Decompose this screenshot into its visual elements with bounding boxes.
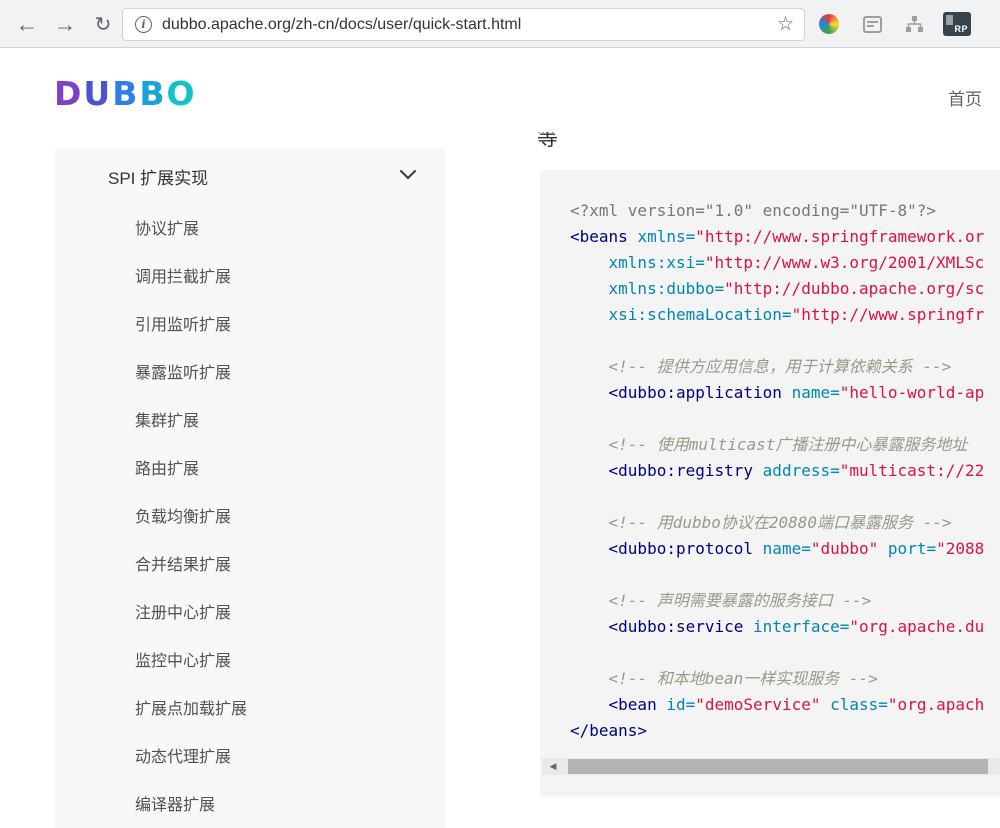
sidebar-list: 协议扩展 调用拦截扩展 引用监听扩展 暴露监听扩展 集群扩展 路由扩展 负载均衡扩展 合并结果… bbox=[55, 202, 445, 826]
browser-toolbar: ← → ↻ i dubbo.apache.org/zh-cn/docs/user… bbox=[0, 0, 1000, 48]
code-line: <dubbo:application name="hello-world-ap bbox=[608, 383, 985, 402]
code-line: <?xml version="1.0" encoding="UTF-8"?> bbox=[570, 201, 937, 220]
page: { "browser": { "url": "dubbo.apache.org/… bbox=[0, 0, 1000, 828]
code-line: xsi:schemaLocation="http://www.springfr bbox=[608, 305, 985, 324]
logo-letter: U bbox=[83, 74, 113, 113]
sidebar-section-spi[interactable]: SPI 扩展实现 bbox=[55, 148, 445, 202]
sidebar-item[interactable]: 集群扩展 bbox=[55, 394, 445, 442]
logo-letter: O bbox=[166, 74, 197, 113]
code-line: xmlns:xsi="http://www.w3.org/2001/XMLSc bbox=[608, 253, 985, 272]
code-line: <!-- 用dubbo协议在20880端口暴露服务 --> bbox=[608, 513, 952, 532]
extension-ball-icon[interactable] bbox=[817, 13, 841, 35]
sidebar-item[interactable]: 扩展点加载扩展 bbox=[55, 682, 445, 730]
code-block: <?xml version="1.0" encoding="UTF-8"?> <b… bbox=[540, 170, 1000, 797]
logo-letter: D bbox=[54, 74, 84, 113]
sidebar-item[interactable]: 负载均衡扩展 bbox=[55, 490, 445, 538]
url-text[interactable]: dubbo.apache.org/zh-cn/docs/user/quick-s… bbox=[162, 16, 767, 34]
rp-badge-bar bbox=[946, 15, 953, 25]
sidebar-section-label: SPI 扩展实现 bbox=[108, 169, 209, 188]
dubbo-logo[interactable]: DUBBO bbox=[54, 74, 197, 113]
chevron-down-icon bbox=[400, 170, 416, 179]
sidebar-item[interactable]: 监控中心扩展 bbox=[55, 634, 445, 682]
sidebar-item[interactable]: 合并结果扩展 bbox=[55, 538, 445, 586]
extension-sitemap-icon[interactable] bbox=[902, 13, 926, 35]
code-line: <beans xmlns="http://www.springframework… bbox=[570, 227, 985, 246]
back-button[interactable]: ← bbox=[10, 8, 44, 40]
forward-button[interactable]: → bbox=[48, 8, 82, 40]
nav-home-link[interactable]: 首页 bbox=[948, 85, 982, 110]
logo-letter: B bbox=[112, 74, 140, 113]
sidebar-item[interactable]: 动态代理扩展 bbox=[55, 730, 445, 778]
scroll-left-button[interactable]: ◀ bbox=[542, 758, 564, 775]
sidebar-item[interactable]: 协议扩展 bbox=[55, 202, 445, 250]
code-line: <!-- 提供方应用信息，用于计算依赖关系 --> bbox=[608, 357, 952, 376]
address-bar[interactable]: i dubbo.apache.org/zh-cn/docs/user/quick… bbox=[122, 8, 805, 41]
code-line: <dubbo:registry address="multicast://22 bbox=[608, 461, 985, 480]
code-line: <!-- 使用multicast广播注册中心暴露服务地址 bbox=[608, 435, 968, 454]
clipped-heading-char: 等 bbox=[537, 132, 558, 148]
site-header: DUBBO 首页 bbox=[0, 48, 1000, 140]
sidebar: SPI 扩展实现 协议扩展 调用拦截扩展 引用监听扩展 暴露监听扩展 集群扩展 路由扩展负… bbox=[55, 148, 445, 828]
clipped-heading-fragment: 等 bbox=[537, 132, 561, 148]
bookmark-star-icon[interactable]: ☆ bbox=[777, 13, 794, 36]
code-line: <!-- 和本地bean一样实现服务 --> bbox=[608, 669, 878, 688]
sidebar-item[interactable]: 引用监听扩展 bbox=[55, 298, 445, 346]
code-line: <bean id="demoService" class="org.apach bbox=[608, 695, 985, 714]
sidebar-item[interactable]: 路由扩展 bbox=[55, 442, 445, 490]
page-info-icon[interactable]: i bbox=[135, 16, 152, 33]
code-line: <dubbo:protocol name="dubbo" port="2088 bbox=[608, 539, 985, 558]
reload-button[interactable]: ↻ bbox=[86, 8, 120, 40]
code-content: <?xml version="1.0" encoding="UTF-8"?> <b… bbox=[540, 170, 1000, 744]
code-line: </beans> bbox=[570, 721, 648, 740]
sidebar-item[interactable]: 调用拦截扩展 bbox=[55, 250, 445, 298]
extension-page-icon[interactable] bbox=[860, 13, 884, 35]
ball-icon bbox=[819, 14, 839, 34]
sidebar-item[interactable]: 注册中心扩展 bbox=[55, 586, 445, 634]
extension-rp-badge[interactable]: RP bbox=[943, 12, 971, 36]
horizontal-scrollbar[interactable]: ◀ bbox=[542, 758, 1000, 775]
code-line: <dubbo:service interface="org.apache.du bbox=[608, 617, 985, 636]
rp-badge-label: RP bbox=[954, 24, 968, 34]
page-icon bbox=[862, 15, 882, 33]
scrollbar-thumb[interactable] bbox=[568, 759, 988, 774]
sitemap-icon bbox=[905, 15, 923, 32]
sidebar-item[interactable]: 编译器扩展 bbox=[55, 778, 445, 826]
logo-letter: B bbox=[139, 74, 167, 113]
sidebar-item[interactable]: 暴露监听扩展 bbox=[55, 346, 445, 394]
code-line: <!-- 声明需要暴露的服务接口 --> bbox=[608, 591, 872, 610]
code-line: xmlns:dubbo="http://dubbo.apache.org/sc bbox=[608, 279, 985, 298]
